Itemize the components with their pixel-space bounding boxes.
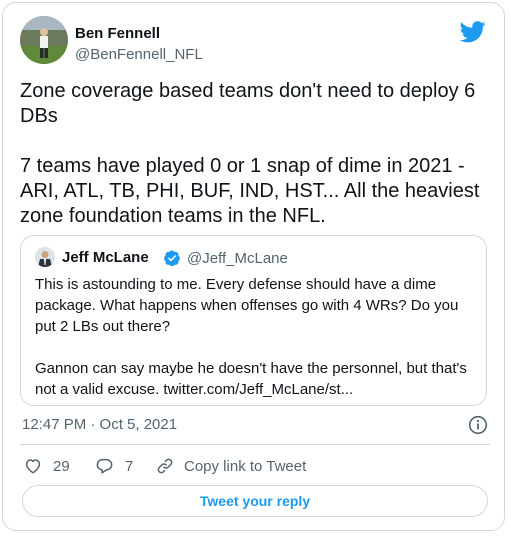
verified-badge-icon [163,249,181,267]
reply-icon [96,458,113,474]
reply-button[interactable]: 7 [95,455,133,477]
tweet-timestamp[interactable]: 12:47 PM · Oct 5, 2021 [22,416,177,433]
author-avatar[interactable] [20,16,68,64]
tweet-card: Ben Fennell @BenFennell_NFL Zone coverag… [2,2,505,531]
reply-count: 7 [125,457,134,475]
quoted-author-name: Jeff McLane [62,249,149,266]
tweet-text: Zone coverage based teams don't need to … [20,80,480,227]
quoted-author-avatar [35,247,55,267]
quoted-author-handle: @Jeff_McLane [187,250,288,267]
quoted-tweet-text: This is astounding to me. Every defense … [35,276,467,398]
like-count: 29 [53,457,70,475]
heart-icon [25,459,41,474]
info-icon[interactable] [468,415,488,435]
divider [20,444,490,445]
copy-link-label: Copy link to Tweet [184,457,307,475]
quoted-tweet[interactable]: Jeff McLane @Jeff_McLane This is astound… [20,235,487,406]
copy-link-button[interactable]: Copy link to Tweet [156,455,306,477]
author-handle[interactable]: @BenFennell_NFL [75,46,203,63]
like-button[interactable]: 29 [24,455,70,477]
tweet-your-reply-button[interactable]: Tweet your reply [22,485,488,517]
link-icon [157,458,173,474]
author-name[interactable]: Ben Fennell [75,25,160,42]
twitter-bird-icon[interactable] [459,21,486,43]
